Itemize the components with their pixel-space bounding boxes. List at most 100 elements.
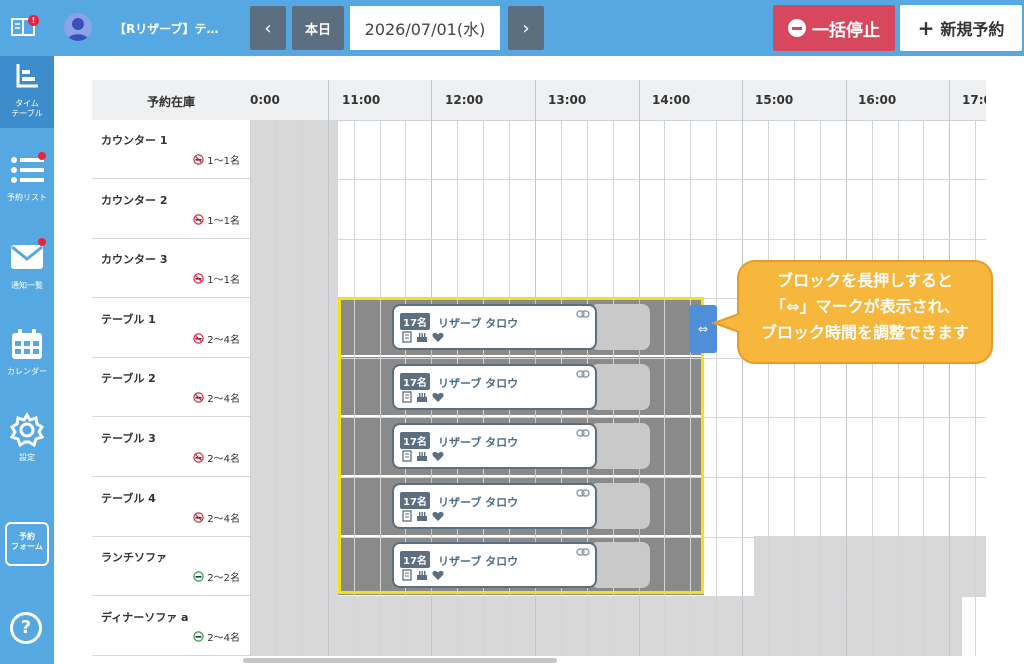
capacity-text: 2〜2名 xyxy=(207,573,240,584)
capacity: 2〜4名 xyxy=(193,390,240,405)
sidebar: タイム テーブル 予約リスト 通知一覧 カレンダー 設定 予約 フォーム ? xyxy=(0,56,54,664)
resource-row[interactable]: ランチソファ 2〜2名 xyxy=(92,537,250,596)
sidebar-item-reservation-list[interactable]: 予約リスト xyxy=(0,152,54,210)
grid-column-line xyxy=(872,120,873,656)
no-smoking-icon xyxy=(193,214,204,225)
resource-row[interactable]: テーブル 3 2〜4名 xyxy=(92,418,250,477)
help-icon[interactable]: ? xyxy=(10,612,42,644)
no-smoking-icon xyxy=(193,452,204,463)
stop-all-button[interactable]: 一括停止 xyxy=(773,5,895,51)
grid-column-line xyxy=(328,80,329,656)
tooltip-callout: ブロックを長押しすると 「⇔」マークが表示され、 ブロック時間を調整できます xyxy=(737,260,993,364)
resource-row[interactable]: カウンター 2 1〜1名 xyxy=(92,180,250,239)
resource-name: カウンター 2 xyxy=(101,194,168,207)
mail-icon xyxy=(10,244,44,274)
no-smoking-icon xyxy=(193,333,204,344)
hour-label: 17:0 xyxy=(962,93,986,107)
callout-line: ブロック時間を調整できます xyxy=(760,323,969,342)
capacity-text: 2〜4名 xyxy=(207,454,240,465)
date-display[interactable]: 2026/07/01(水) xyxy=(350,6,500,50)
scrollbar-thumb[interactable] xyxy=(243,658,557,663)
unavailable-block xyxy=(754,536,986,596)
resource-name: テーブル 2 xyxy=(101,372,156,385)
capacity-text: 2〜4名 xyxy=(207,633,240,644)
resource-row[interactable]: テーブル 1 2〜4名 xyxy=(92,299,250,358)
capacity: 2〜2名 xyxy=(193,569,240,584)
resource-row[interactable]: カウンター 1 1〜1名 xyxy=(92,120,250,179)
grid-column-line xyxy=(975,120,976,656)
sidebar-item-settings[interactable]: 設定 xyxy=(0,412,54,470)
grid-column-line xyxy=(923,120,924,656)
resource-name: ランチソファ xyxy=(101,551,167,564)
capacity: 2〜4名 xyxy=(193,450,240,465)
capacity: 1〜1名 xyxy=(193,271,240,286)
no-smoking-icon xyxy=(193,512,204,523)
stop-all-label: 一括停止 xyxy=(812,20,880,41)
sidebar-item-label: 予約 フォーム xyxy=(11,532,43,551)
top-bar: ! 【Rリザーブ】テ… ‹ 本日 2026/07/01(水) › 一括停止 + … xyxy=(0,0,1024,56)
unavailable-block xyxy=(250,296,338,596)
new-reservation-button[interactable]: + 新規予約 xyxy=(900,5,1022,51)
smoking-icon xyxy=(193,571,204,582)
notification-dot xyxy=(38,152,46,160)
hour-label: 0:00 xyxy=(250,93,280,107)
notification-dot xyxy=(38,238,46,246)
timetable-icon xyxy=(14,62,40,94)
hour-label: 12:00 xyxy=(445,93,484,107)
grid-column-line xyxy=(276,120,277,656)
sidebar-item-label: 通知一覧 xyxy=(11,281,43,290)
store-name[interactable]: 【Rリザーブ】テ… xyxy=(114,20,219,37)
resource-row[interactable]: カウンター 3 1〜1名 xyxy=(92,239,250,298)
sidebar-item-calendar[interactable]: カレンダー xyxy=(0,326,54,384)
notification-badge: ! xyxy=(28,15,39,26)
prev-day-button[interactable]: ‹ xyxy=(250,6,286,50)
capacity: 1〜1名 xyxy=(193,212,240,227)
today-button[interactable]: 本日 xyxy=(292,6,344,50)
smoking-icon xyxy=(193,631,204,642)
next-day-button[interactable]: › xyxy=(508,6,544,50)
capacity-text: 1〜1名 xyxy=(207,216,240,227)
avatar[interactable] xyxy=(64,13,92,41)
sidebar-item-notifications[interactable]: 通知一覧 xyxy=(0,238,54,296)
grid-column-line xyxy=(742,80,743,656)
grid-column-line xyxy=(794,120,795,656)
sidebar-item-label: カレンダー xyxy=(7,367,47,376)
sidebar-item-label: タイム テーブル xyxy=(11,99,43,118)
grid-column-line xyxy=(820,120,821,656)
form-icon: 予約 フォーム xyxy=(7,532,47,552)
plus-icon: + xyxy=(917,16,935,40)
resource-name: カウンター 3 xyxy=(101,253,168,266)
capacity: 1〜1名 xyxy=(193,152,240,167)
hour-label: 14:00 xyxy=(652,93,691,107)
callout-line: ブロックを長押しすると xyxy=(777,271,953,290)
capacity-text: 2〜4名 xyxy=(207,514,240,525)
sidebar-item-reservation-form[interactable]: 予約 フォーム xyxy=(5,522,49,566)
capacity: 2〜4名 xyxy=(193,629,240,644)
unavailable-block xyxy=(250,596,962,656)
capacity-text: 1〜1名 xyxy=(207,156,240,167)
unavailable-block xyxy=(250,120,338,296)
gear-icon xyxy=(9,412,45,452)
no-smoking-icon xyxy=(193,273,204,284)
hour-label: 11:00 xyxy=(342,93,381,107)
resource-name: カウンター 1 xyxy=(101,134,168,147)
grid-column-line xyxy=(768,120,769,656)
resource-row[interactable]: テーブル 2 2〜4名 xyxy=(92,358,250,417)
sidebar-item-label: 設定 xyxy=(19,453,35,462)
resource-row[interactable]: ディナーソファ a 2〜4名 xyxy=(92,597,250,656)
new-reservation-label: 新規予約 xyxy=(940,20,1005,39)
grid-column-line xyxy=(949,80,950,656)
no-smoking-icon xyxy=(193,154,204,165)
selected-block-highlight xyxy=(338,297,704,594)
hour-label: 16:00 xyxy=(858,93,897,107)
sidebar-item-timetable[interactable]: タイム テーブル xyxy=(0,56,54,128)
no-smoking-icon xyxy=(193,392,204,403)
grid-column-line xyxy=(716,120,717,656)
resource-name: テーブル 3 xyxy=(101,432,156,445)
resource-name: テーブル 4 xyxy=(101,492,156,505)
resource-row[interactable]: テーブル 4 2〜4名 xyxy=(92,478,250,537)
minus-circle-icon xyxy=(788,19,806,37)
capacity-text: 2〜4名 xyxy=(207,394,240,405)
grid-column-line xyxy=(898,120,899,656)
sidebar-item-label: 予約リスト xyxy=(7,193,47,202)
